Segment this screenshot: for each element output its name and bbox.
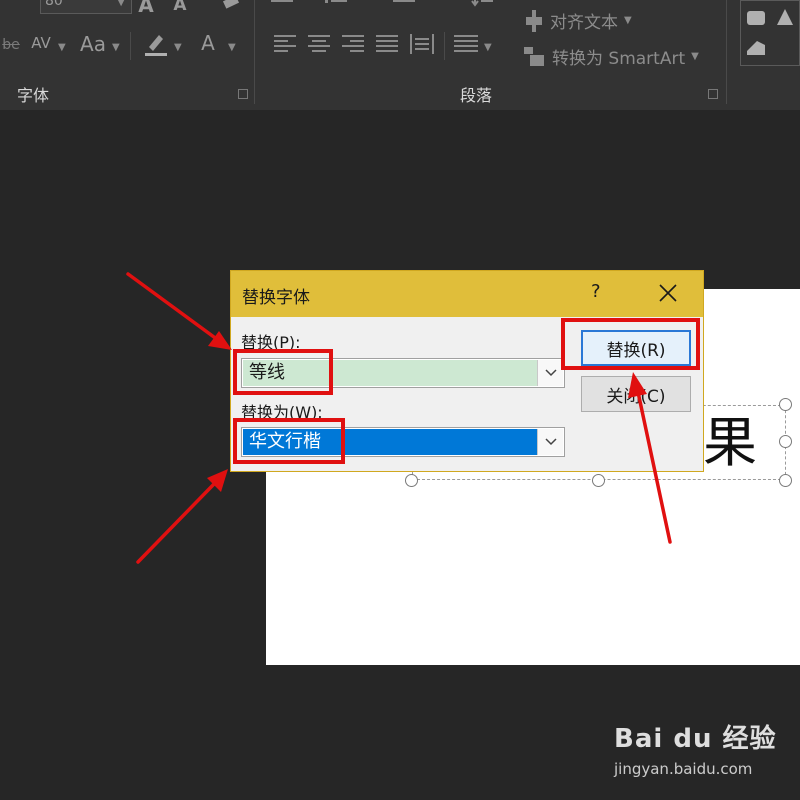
highlight-replace-button: [561, 318, 700, 370]
chevron-down-icon: ▼: [112, 42, 120, 53]
align-right-icon[interactable]: [342, 34, 364, 54]
close-dialog-button[interactable]: 关闭(C): [581, 376, 691, 412]
paragraph-group-label: 段落: [460, 86, 493, 105]
align-left-icon[interactable]: [274, 34, 296, 54]
chevron-down-icon: [544, 369, 557, 377]
align-center-icon[interactable]: [308, 34, 330, 54]
dialog-title: 替换字体: [242, 288, 310, 308]
convert-smartart-button[interactable]: 转换为 SmartArt ▼: [524, 44, 699, 69]
resize-handle[interactable]: [592, 474, 605, 487]
arrow-to-replace-field: [126, 272, 220, 342]
font-group-label: 字体: [17, 86, 50, 105]
shapes-icon: [747, 9, 793, 55]
divider: [254, 0, 255, 104]
arrow-to-replace-with-field: [136, 482, 216, 564]
help-button[interactable]: ?: [591, 281, 607, 305]
watermark-url: jingyan.baidu.com: [614, 760, 753, 778]
replace-with-font-dropdown[interactable]: [537, 429, 563, 455]
highlight-replace-with-field: [233, 418, 345, 464]
decrease-font-icon[interactable]: A: [170, 0, 190, 16]
justify-icon[interactable]: [376, 34, 398, 54]
align-text-button[interactable]: 对齐文本 ▼: [524, 8, 632, 33]
resize-handle[interactable]: [779, 398, 792, 411]
numbering-icon[interactable]: [322, 0, 350, 10]
chevron-down-icon: ▼: [624, 15, 632, 26]
watermark-logo: Bai du 经验: [614, 724, 777, 754]
dialog-launcher-icon[interactable]: [708, 89, 718, 99]
dialog-titlebar[interactable]: 替换字体 ?: [231, 271, 703, 317]
chevron-down-icon: ▼: [484, 42, 492, 53]
resize-handle[interactable]: [779, 435, 792, 448]
arrow-head: [208, 331, 232, 350]
columns-icon[interactable]: [454, 34, 478, 54]
slide-text: 果: [703, 411, 757, 474]
chevron-down-icon: ▼: [228, 42, 236, 53]
close-button[interactable]: [658, 283, 678, 303]
font-size-box[interactable]: 80 ▼: [40, 0, 132, 14]
shapes-gallery[interactable]: [740, 0, 800, 66]
chevron-down-icon: ▼: [58, 42, 66, 53]
line-spacing-icon[interactable]: [470, 0, 494, 10]
clear-format-icon[interactable]: [218, 0, 244, 12]
resize-handle[interactable]: [779, 474, 792, 487]
arrow-head: [207, 469, 228, 492]
char-spacing-icon[interactable]: AV: [28, 30, 54, 56]
highlight-replace-field: [233, 349, 333, 395]
decrease-indent-icon[interactable]: [392, 0, 416, 10]
distribute-icon[interactable]: [410, 32, 434, 56]
replace-font-dropdown[interactable]: [537, 360, 563, 386]
dialog-launcher-icon[interactable]: [238, 89, 248, 99]
bullets-icon[interactable]: [270, 0, 298, 10]
close-icon: [659, 284, 677, 302]
strikethrough-icon[interactable]: be: [0, 34, 22, 56]
resize-handle[interactable]: [405, 474, 418, 487]
divider: [726, 0, 727, 104]
ribbon: 80 ▼ A A be AV ▼ Aa ▼ ▼ A ▼ 字体 ▼ 对齐文本 ▼ …: [0, 0, 800, 110]
increase-font-icon[interactable]: A: [136, 0, 156, 17]
chevron-down-icon: ▼: [117, 0, 125, 8]
smartart-icon: [524, 46, 544, 66]
chevron-down-icon: [544, 438, 557, 446]
highlight-color-icon[interactable]: [142, 30, 170, 58]
chevron-down-icon: ▼: [174, 42, 182, 53]
divider: [130, 32, 131, 60]
change-case-icon[interactable]: Aa: [78, 32, 108, 56]
align-text-icon: [526, 9, 542, 32]
chevron-down-icon: ▼: [691, 51, 699, 62]
divider: [444, 32, 445, 60]
font-color-icon[interactable]: A: [196, 30, 220, 56]
